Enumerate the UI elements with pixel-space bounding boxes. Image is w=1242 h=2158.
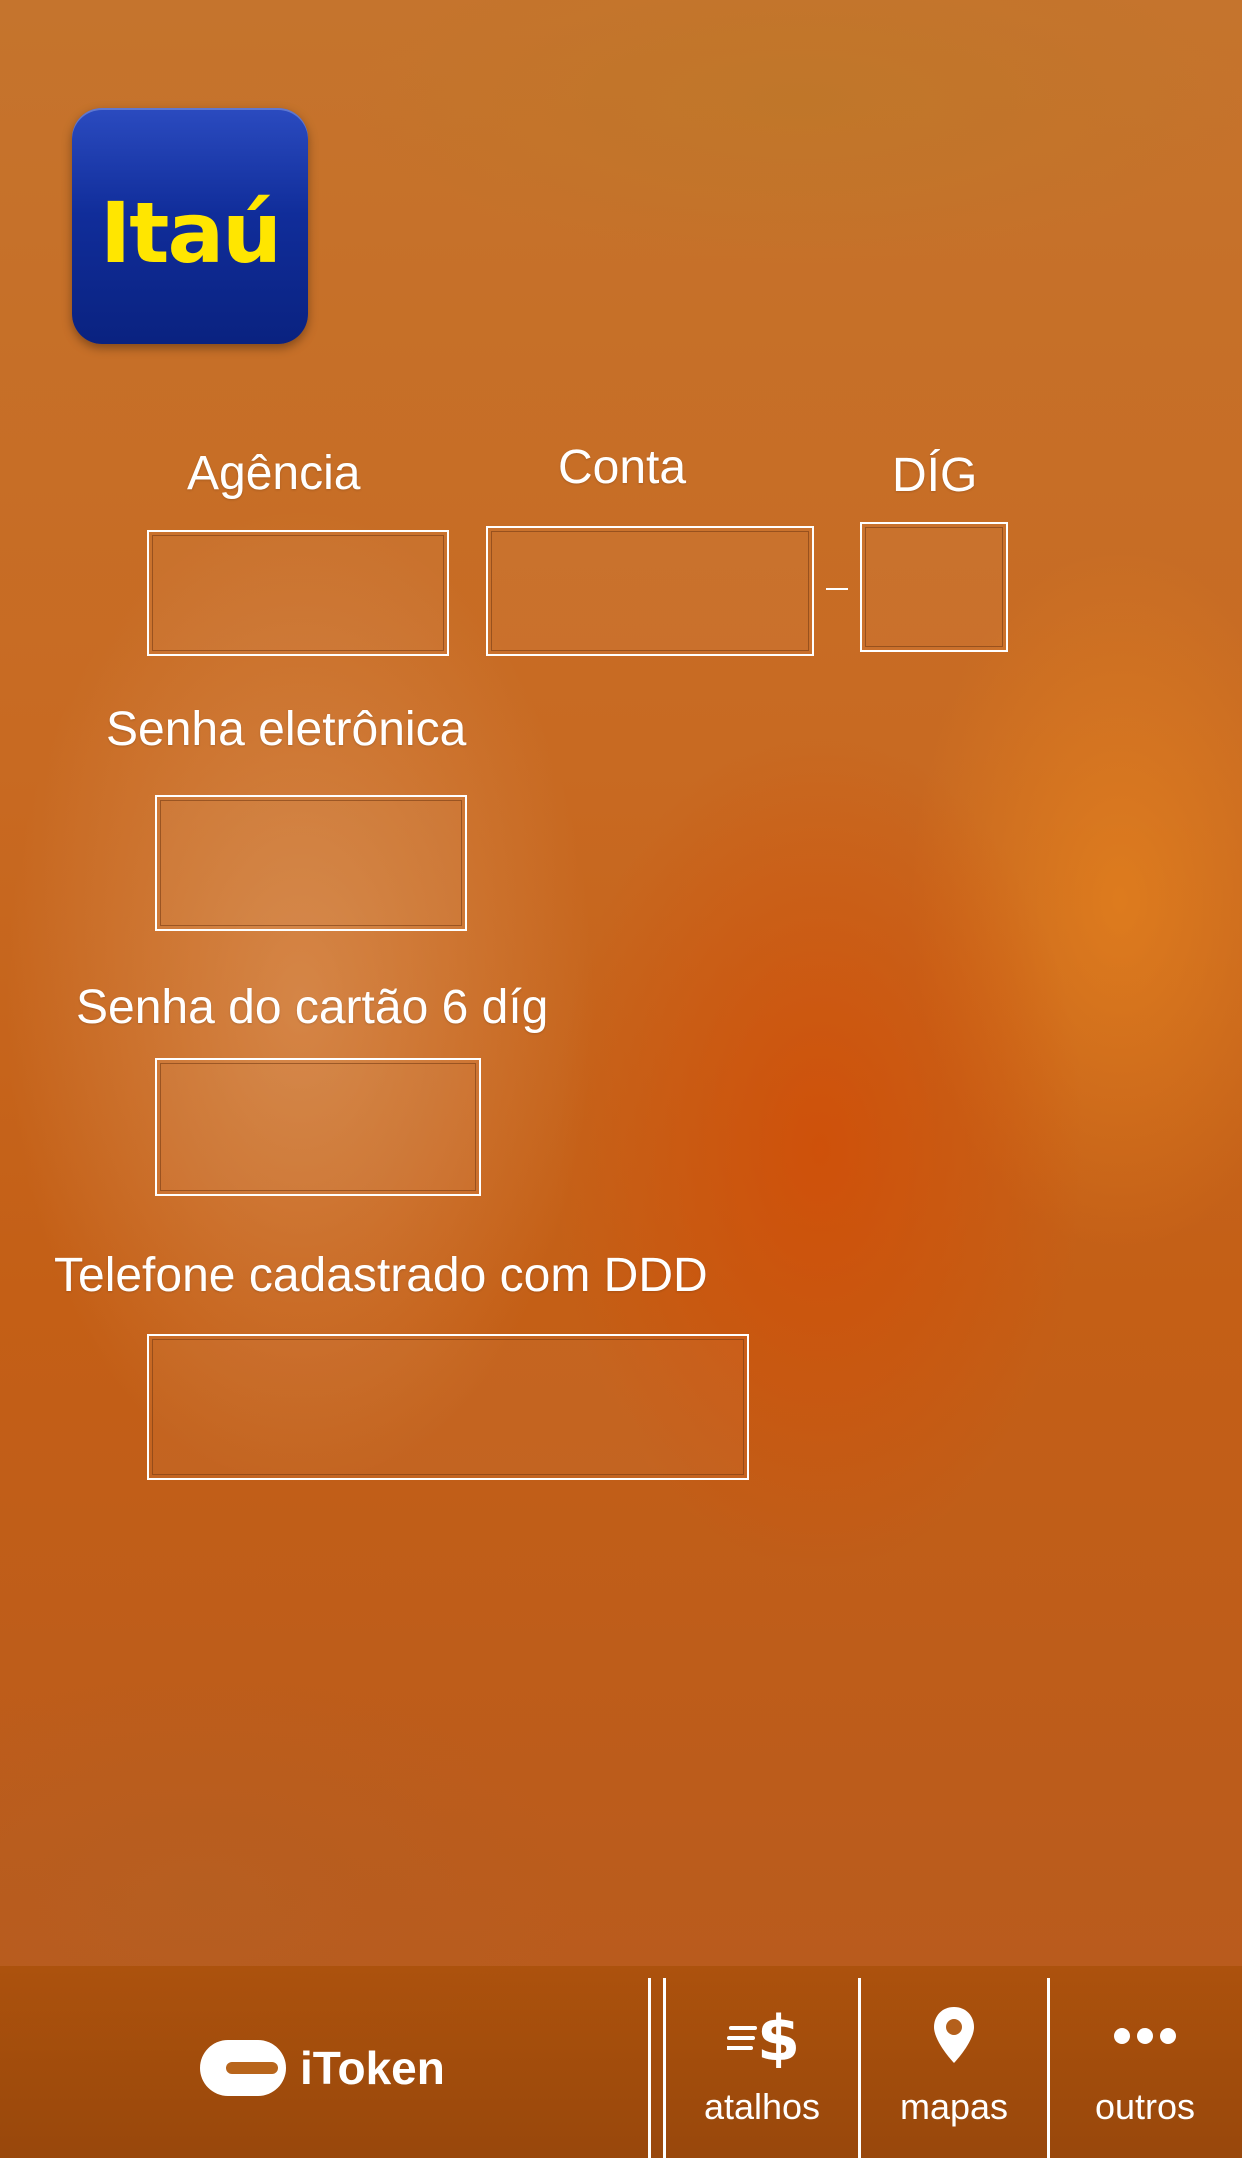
senha-eletronica-label: Senha eletrônica bbox=[106, 703, 467, 756]
itoken-icon bbox=[200, 2040, 286, 2096]
divider bbox=[648, 1978, 651, 2158]
telefone-label: Telefone cadastrado com DDD bbox=[54, 1249, 708, 1302]
conta-label: Conta bbox=[558, 441, 687, 494]
conta-input[interactable] bbox=[486, 526, 814, 656]
nav-mapas-label: mapas bbox=[899, 2086, 1009, 2127]
agencia-input[interactable] bbox=[147, 530, 449, 656]
telefone-input[interactable] bbox=[147, 1334, 749, 1480]
conta-separator bbox=[826, 588, 848, 590]
itoken-label: iToken bbox=[300, 2042, 445, 2094]
divider bbox=[858, 1978, 861, 2158]
dig-label: DÍG bbox=[892, 449, 978, 502]
map-pin-icon bbox=[931, 2000, 977, 2072]
more-dots-icon bbox=[1112, 2000, 1178, 2072]
nav-outros[interactable]: outros bbox=[1052, 1990, 1238, 2150]
senha-eletronica-input[interactable] bbox=[155, 795, 467, 931]
money-transfer-icon: $ bbox=[727, 2000, 797, 2072]
divider bbox=[1047, 1978, 1050, 2158]
nav-atalhos[interactable]: $ atalhos bbox=[668, 1990, 856, 2150]
itau-logo: Itaú bbox=[72, 108, 308, 344]
nav-mapas[interactable]: mapas bbox=[862, 1990, 1046, 2150]
logo-text: Itaú bbox=[100, 184, 282, 282]
itoken-button[interactable]: iToken bbox=[200, 2040, 445, 2096]
divider bbox=[663, 1978, 666, 2158]
digito-input[interactable] bbox=[860, 522, 1008, 652]
nav-atalhos-label: atalhos bbox=[703, 2086, 821, 2127]
agencia-label: Agência bbox=[187, 447, 361, 500]
senha-cartao-input[interactable] bbox=[155, 1058, 481, 1196]
nav-outros-label: outros bbox=[1094, 2086, 1196, 2127]
svg-text:$: $ bbox=[757, 2004, 797, 2068]
senha-cartao-label: Senha do cartão 6 díg bbox=[76, 981, 549, 1034]
